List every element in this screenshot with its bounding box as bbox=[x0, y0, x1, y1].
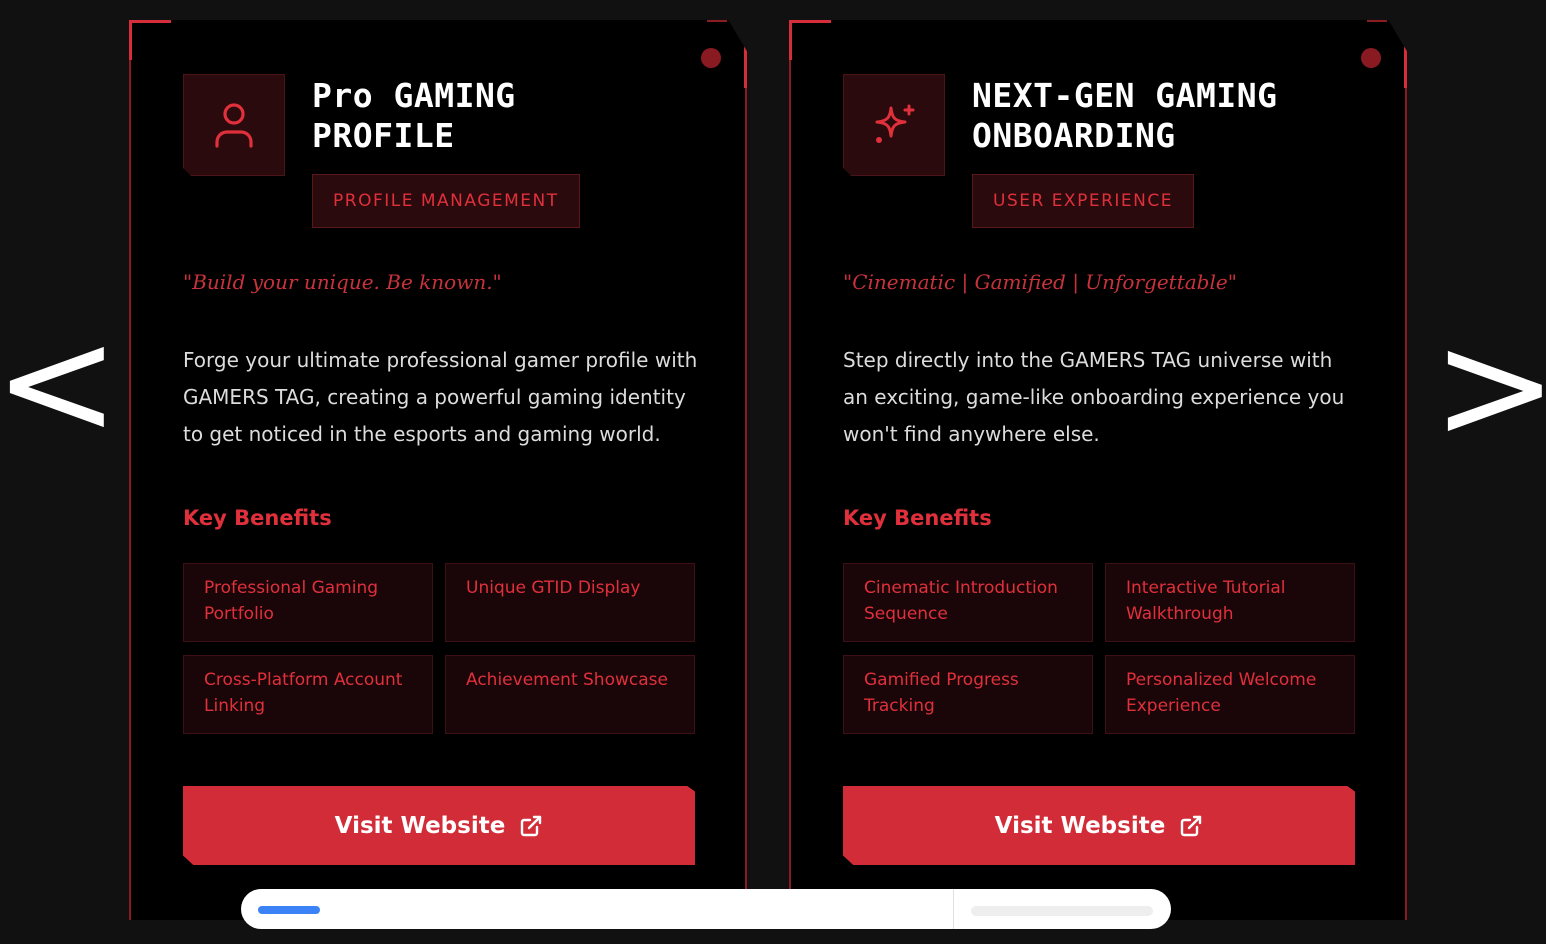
benefit-item: Achievement Showcase bbox=[445, 655, 695, 734]
card-title-line: PROFILE bbox=[312, 116, 455, 155]
card-title-line: ONBOARDING bbox=[972, 116, 1176, 155]
corner-accent bbox=[129, 20, 132, 60]
benefit-item: Cinematic Introduction Sequence bbox=[843, 563, 1093, 642]
bottom-bar-divider bbox=[953, 889, 954, 929]
visit-website-button[interactable]: Visit Website bbox=[843, 786, 1355, 865]
card-title-line: NEXT-GEN GAMING bbox=[972, 76, 1278, 115]
previous-arrow[interactable]: < bbox=[0, 308, 120, 458]
visit-website-button[interactable]: Visit Website bbox=[183, 786, 695, 865]
corner-accent bbox=[789, 20, 831, 23]
card-description: Step directly into the GAMERS TAG univer… bbox=[843, 348, 1345, 446]
card-description: Forge your ultimate professional gamer p… bbox=[183, 348, 698, 446]
card-title: Pro GAMING PROFILE bbox=[312, 76, 712, 156]
next-arrow[interactable]: > bbox=[1432, 312, 1546, 462]
card-border-left bbox=[789, 20, 791, 920]
category-tag: PROFILE MANAGEMENT bbox=[312, 174, 580, 228]
corner-accent bbox=[1404, 46, 1407, 88]
benefit-item: Professional Gaming Portfolio bbox=[183, 563, 433, 642]
tagline-quote: "Cinematic | Gamified | Unforgettable" bbox=[843, 270, 1237, 294]
card-title-line: Pro GAMING bbox=[312, 76, 516, 115]
corner-accent bbox=[1367, 20, 1387, 22]
corner-accent bbox=[789, 20, 792, 60]
visit-website-label: Visit Website bbox=[334, 812, 506, 839]
status-dot bbox=[701, 48, 721, 68]
card-border-left bbox=[129, 20, 131, 920]
corner-accent bbox=[744, 46, 747, 88]
category-tag: USER EXPERIENCE bbox=[972, 174, 1194, 228]
status-dot bbox=[1361, 48, 1381, 68]
benefit-item: Gamified Progress Tracking bbox=[843, 655, 1093, 734]
tagline-quote: "Build your unique. Be known." bbox=[183, 270, 502, 294]
benefit-item: Personalized Welcome Experience bbox=[1105, 655, 1355, 734]
feature-card-next-gen-onboarding: NEXT-GEN GAMING ONBOARDING USER EXPERIEN… bbox=[789, 20, 1407, 920]
key-benefits-heading: Key Benefits bbox=[843, 506, 992, 530]
card-title: NEXT-GEN GAMING ONBOARDING bbox=[972, 76, 1372, 156]
feature-card-pro-gaming-profile: Pro GAMING PROFILE PROFILE MANAGEMENT "B… bbox=[129, 20, 747, 920]
benefits-grid: Professional Gaming Portfolio Unique GTI… bbox=[183, 563, 695, 734]
bottom-bar-accent bbox=[258, 906, 320, 914]
external-link-icon bbox=[521, 815, 542, 836]
benefits-grid: Cinematic Introduction Sequence Interact… bbox=[843, 563, 1355, 734]
bottom-overlay-bar bbox=[241, 889, 1171, 929]
user-icon bbox=[183, 74, 285, 176]
card-border-right bbox=[1405, 44, 1407, 920]
bottom-bar-pill bbox=[971, 906, 1153, 916]
benefit-item: Cross-Platform Account Linking bbox=[183, 655, 433, 734]
sparkles-icon bbox=[843, 74, 945, 176]
key-benefits-heading: Key Benefits bbox=[183, 506, 332, 530]
benefit-item: Unique GTID Display bbox=[445, 563, 695, 642]
external-link-icon bbox=[1181, 815, 1202, 836]
card-border-right bbox=[745, 44, 747, 920]
benefit-item: Interactive Tutorial Walkthrough bbox=[1105, 563, 1355, 642]
corner-accent bbox=[707, 20, 727, 22]
visit-website-label: Visit Website bbox=[994, 812, 1166, 839]
corner-accent bbox=[129, 20, 171, 23]
